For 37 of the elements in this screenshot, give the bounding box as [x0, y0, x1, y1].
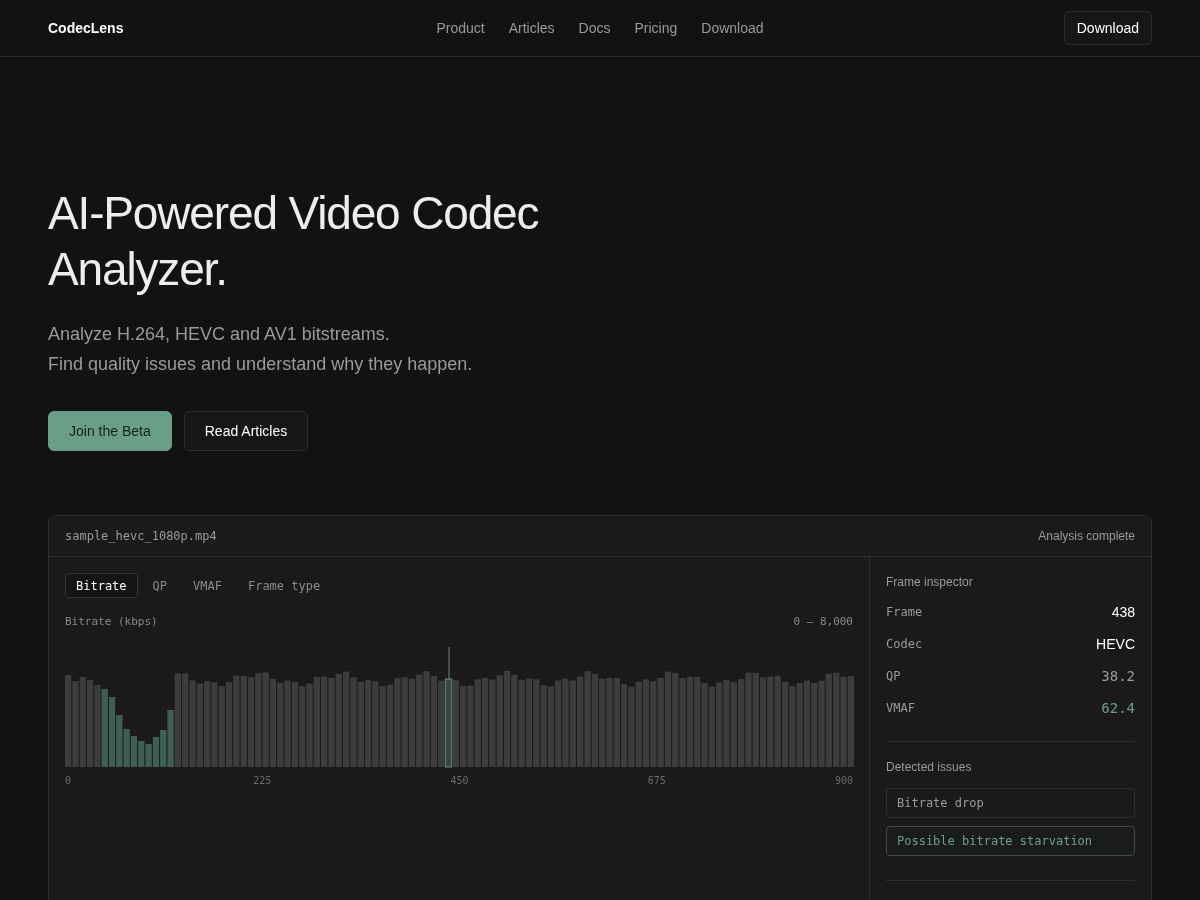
field-label: Codec [886, 636, 923, 653]
field-value: 62.4 [1101, 698, 1135, 718]
hero-subtitle: Find quality issues and understand why they happen. [48, 353, 474, 376]
issue-tag: Possible bitrate starvation [886, 826, 1135, 856]
inspector-title: Frame inspector [886, 574, 974, 591]
field-label: Frame [886, 604, 923, 621]
field-value: 438 [1111, 602, 1135, 622]
axis-label: 225 [253, 773, 272, 788]
field-label: QP [886, 668, 901, 685]
chart-tab[interactable]: VMAF [182, 573, 233, 598]
join-beta-button[interactable]: Join the Beta [48, 411, 172, 451]
field-value: HEVC [1096, 634, 1135, 654]
logo[interactable]: CodecLens [48, 17, 248, 39]
nav-link[interactable]: Download [701, 17, 764, 39]
file-name: sample_hevc_1080p.mp4 [65, 528, 217, 545]
analysis-status: Analysis complete [1038, 528, 1135, 545]
axis-label: 0 [65, 773, 72, 788]
issue-tag: Bitrate drop [886, 788, 1135, 818]
nav-link[interactable]: Articles [508, 17, 555, 39]
read-articles-button[interactable]: Read Articles [183, 411, 309, 451]
chart-tab[interactable]: QP [141, 573, 179, 598]
issues-title: Detected issues [886, 759, 973, 776]
field-label: VMAF [886, 700, 915, 717]
hero-title: AI-Powered Video Codec Analyzer. [48, 186, 540, 297]
nav-link[interactable]: Product [436, 17, 485, 39]
hero-subtitle: Analyze H.264, HEVC and AV1 bitstreams. [48, 323, 391, 346]
nav-link[interactable]: Pricing [634, 17, 678, 39]
field-value: 38.2 [1101, 666, 1135, 686]
chart-range: 0 – 8,000 [793, 614, 853, 630]
download-button[interactable]: Download [1063, 11, 1152, 45]
chart-tab[interactable]: Bitrate [65, 573, 138, 598]
axis-label: 900 [834, 773, 853, 788]
chart-tab[interactable]: Frame type [236, 573, 332, 598]
axis-label: 450 [450, 773, 469, 788]
chart-label: Bitrate (kbps) [65, 614, 158, 630]
nav-link[interactable]: Docs [578, 17, 611, 39]
axis-label: 675 [647, 773, 666, 788]
